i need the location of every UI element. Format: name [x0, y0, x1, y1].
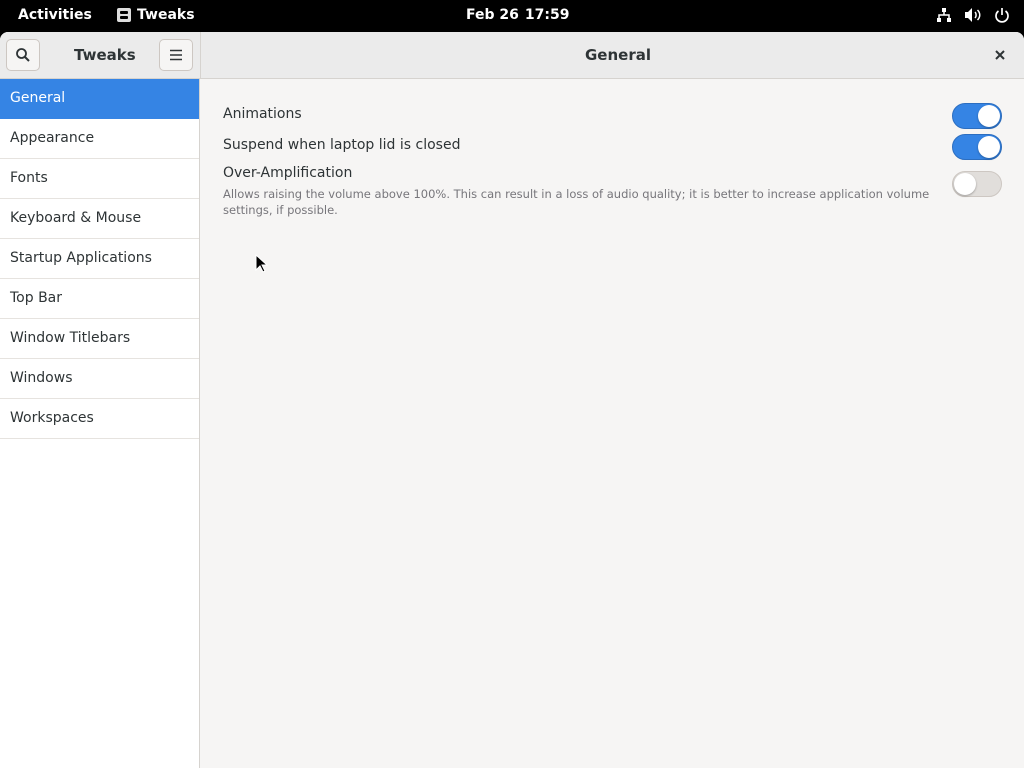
- close-icon: [995, 50, 1005, 60]
- setting-label: Animations: [223, 106, 302, 122]
- sidebar-title: Tweaks: [74, 46, 136, 64]
- clock-date: Feb 26: [466, 7, 519, 23]
- main-menu-button[interactable]: [159, 39, 193, 71]
- setting-label: Suspend when laptop lid is closed: [223, 137, 461, 153]
- close-button[interactable]: [990, 45, 1010, 65]
- setting-row-over-amplification: Over-Amplification Allows raising the vo…: [223, 165, 1002, 218]
- sidebar-item-windows[interactable]: Windows: [0, 359, 199, 399]
- animations-switch[interactable]: [952, 103, 1002, 129]
- hamburger-icon: [170, 49, 182, 61]
- switch-knob: [978, 136, 1000, 158]
- setting-row-suspend-lid: Suspend when laptop lid is closed: [223, 134, 1002, 160]
- sidebar-item-appearance[interactable]: Appearance: [0, 119, 199, 159]
- clock[interactable]: Feb 26 17:59: [466, 7, 569, 23]
- network-icon[interactable]: [936, 7, 952, 23]
- suspend-lid-switch[interactable]: [952, 134, 1002, 160]
- header-bar: Tweaks General: [0, 32, 1024, 79]
- page-title: General: [585, 46, 651, 64]
- sidebar-item-startup-applications[interactable]: Startup Applications: [0, 239, 199, 279]
- volume-icon[interactable]: [964, 7, 982, 23]
- sidebar-item-fonts[interactable]: Fonts: [0, 159, 199, 199]
- clock-time: 17:59: [524, 7, 570, 23]
- app-menu-label: Tweaks: [137, 7, 195, 23]
- top-bar: Activities Tweaks Feb 26 17:59: [0, 0, 1024, 32]
- mouse-pointer-icon: [255, 253, 269, 278]
- setting-description: Allows raising the volume above 100%. Th…: [223, 187, 930, 217]
- settings-panel: Animations Suspend when laptop lid is cl…: [201, 79, 1024, 768]
- tweaks-window: Tweaks General General Appearance Fonts …: [0, 32, 1024, 768]
- search-button[interactable]: [6, 39, 40, 71]
- sidebar-item-workspaces[interactable]: Workspaces: [0, 399, 199, 439]
- switch-knob: [954, 173, 976, 195]
- header-separator: [200, 32, 201, 79]
- switch-knob: [978, 105, 1000, 127]
- setting-row-animations: Animations: [223, 103, 1002, 129]
- sidebar-item-top-bar[interactable]: Top Bar: [0, 279, 199, 319]
- search-icon: [16, 48, 30, 62]
- setting-label: Over-Amplification: [223, 165, 353, 181]
- activities-button[interactable]: Activities: [18, 7, 92, 23]
- system-tray[interactable]: [936, 7, 1010, 23]
- sidebar-item-window-titlebars[interactable]: Window Titlebars: [0, 319, 199, 359]
- sidebar-item-keyboard-mouse[interactable]: Keyboard & Mouse: [0, 199, 199, 239]
- sidebar-item-general[interactable]: General: [0, 79, 199, 119]
- over-amplification-switch[interactable]: [952, 171, 1002, 197]
- sidebar: General Appearance Fonts Keyboard & Mous…: [0, 79, 200, 768]
- tweaks-app-icon: [117, 8, 131, 22]
- power-icon[interactable]: [994, 7, 1010, 23]
- app-menu[interactable]: Tweaks: [117, 7, 195, 23]
